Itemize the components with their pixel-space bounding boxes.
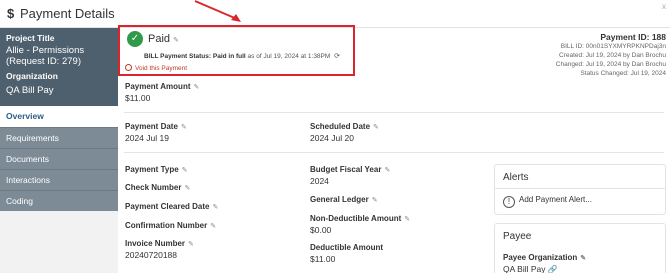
edit-pencil-icon[interactable]: ✎ <box>212 204 218 211</box>
edit-pencil-icon[interactable]: ✎ <box>373 124 379 131</box>
nav-interactions[interactable]: Interactions <box>0 169 118 190</box>
field-value: 2024 Jul 19 <box>125 133 169 143</box>
payee-org-label: Payee Organization <box>503 253 578 262</box>
divider <box>124 112 664 113</box>
payee-org-value[interactable]: QA Bill Pay <box>503 264 546 273</box>
field-payment-cleared-date: Payment Cleared Date ✎ <box>125 202 218 211</box>
field-label: Confirmation Number <box>125 221 208 230</box>
link-icon[interactable]: 🔗 <box>548 265 558 273</box>
edit-pencil-icon[interactable]: ✎ <box>210 223 216 230</box>
void-icon <box>125 64 132 71</box>
payment-id: Payment ID: 188 <box>600 32 666 42</box>
edit-pencil-icon[interactable]: ✎ <box>404 216 410 223</box>
field-scheduled-date: Scheduled Date ✎ 2024 Jul 20 <box>310 122 379 143</box>
payee-card: Payee Payee Organization ✎ QA Bill Pay 🔗 <box>494 223 666 273</box>
field-deductible-amount: Deductible Amount $11.00 <box>310 243 383 264</box>
field-check-number: Check Number ✎ <box>125 183 190 192</box>
bill-status-timestamp: as of Jul 19, 2024 at 1:38PM <box>247 53 331 60</box>
edit-pencil-icon[interactable]: ✎ <box>194 84 200 91</box>
field-non-deductible-amount: Non-Deductible Amount ✎ $0.00 <box>310 214 410 235</box>
field-payment-date: Payment Date ✎ 2024 Jul 19 <box>125 122 187 143</box>
field-value: $11.00 <box>310 254 336 264</box>
edit-pencil-icon[interactable]: ✎ <box>184 185 190 192</box>
modal-title: Payment Details <box>20 6 115 21</box>
field-invoice-number: Invoice Number ✎ 20240720188 <box>125 239 194 260</box>
edit-pencil-icon[interactable]: ✎ <box>384 167 390 174</box>
main-content: ✓ Paid ✎ BILL Payment Status: Paid in ful… <box>118 0 670 273</box>
paid-status-label: Paid <box>148 33 171 45</box>
field-value: $11.00 <box>125 93 151 103</box>
sidebar: Project Title Allie - Permissions (Reque… <box>0 28 118 273</box>
field-value: 20240720188 <box>125 250 178 260</box>
field-label: Deductible Amount <box>310 243 384 252</box>
organization-value: QA Bill Pay <box>6 85 54 96</box>
field-label: Budget Fiscal Year <box>310 165 382 174</box>
nav-coding[interactable]: Coding <box>0 190 118 211</box>
bill-payment-status: BILL Payment Status: Paid in full as of … <box>144 52 340 60</box>
project-title-value: Allie - Permissions (Request ID: 279) <box>6 45 85 67</box>
changed-info: Changed: Jul 19, 2024 by Dan Brochu <box>555 61 666 68</box>
sidebar-summary: Project Title Allie - Permissions (Reque… <box>0 28 118 106</box>
organization-label: Organization <box>6 71 58 81</box>
field-budget-fiscal-year: Budget Fiscal Year ✎ 2024 <box>310 165 390 186</box>
bill-id: BILL ID: 00n01SYXMYRPKNPDaj3n <box>560 43 666 50</box>
field-label: Payment Cleared Date <box>125 202 210 211</box>
field-value: 2024 <box>310 176 329 186</box>
field-payment-amount: Payment Amount ✎ $11.00 <box>125 82 199 103</box>
refresh-icon[interactable]: ⟳ <box>334 53 340 60</box>
field-value: 2024 Jul 20 <box>310 133 354 143</box>
alerts-title: Alerts <box>495 165 665 189</box>
nav-overview[interactable]: Overview <box>0 106 118 127</box>
project-title-label: Project Title <box>6 33 55 43</box>
edit-pencil-icon[interactable]: ✎ <box>188 241 194 248</box>
nav-documents[interactable]: Documents <box>0 148 118 169</box>
payee-title: Payee <box>503 231 532 242</box>
add-payment-alert[interactable]: ! Add Payment Alert... <box>495 189 665 214</box>
add-payment-alert-label[interactable]: Add Payment Alert... <box>519 195 592 204</box>
field-label: Scheduled Date <box>310 122 371 131</box>
edit-pencil-icon[interactable]: ✎ <box>580 255 586 262</box>
field-label: Check Number <box>125 183 182 192</box>
field-label: Payment Date <box>125 122 178 131</box>
divider <box>124 152 664 153</box>
field-label: Invoice Number <box>125 239 186 248</box>
field-label: General Ledger <box>310 195 369 204</box>
edit-pencil-icon[interactable]: ✎ <box>181 124 187 131</box>
edit-pencil-icon[interactable]: ✎ <box>182 167 188 174</box>
field-label: Payment Amount <box>125 82 191 91</box>
nav-requirements[interactable]: Requirements <box>0 127 118 148</box>
check-icon: ✓ <box>127 31 143 47</box>
bill-status-text: BILL Payment Status: Paid in full <box>144 53 246 60</box>
annotation-arrow <box>194 0 241 22</box>
void-payment-label[interactable]: Void this Payment <box>135 65 187 72</box>
alert-icon: ! <box>503 196 515 208</box>
field-payment-type: Payment Type ✎ <box>125 165 188 174</box>
modal-header: $ Payment Details x <box>0 0 670 28</box>
field-label: Non-Deductible Amount <box>310 214 402 223</box>
field-label: Payment Type <box>125 165 179 174</box>
edit-pencil-icon[interactable]: ✎ <box>173 37 179 44</box>
payment-meta: Payment ID: 188 BILL ID: 00n01SYXMYRPKNP… <box>556 32 666 78</box>
edit-pencil-icon[interactable]: ✎ <box>372 197 378 204</box>
field-general-ledger: General Ledger ✎ <box>310 195 378 204</box>
field-confirmation-number: Confirmation Number ✎ <box>125 221 216 230</box>
void-payment-link[interactable]: Void this Payment <box>125 64 187 72</box>
dollar-icon: $ <box>7 6 15 21</box>
status-changed-info: Status Changed: Jul 19, 2024 <box>580 70 666 77</box>
close-icon[interactable]: x <box>662 2 666 11</box>
created-info: Created: Jul 19, 2024 by Dan Brochu <box>559 52 666 59</box>
field-value: $0.00 <box>310 225 332 235</box>
alerts-card: Alerts ! Add Payment Alert... <box>494 164 666 215</box>
payment-status-highlight: ✓ Paid ✎ BILL Payment Status: Paid in ful… <box>118 25 355 76</box>
